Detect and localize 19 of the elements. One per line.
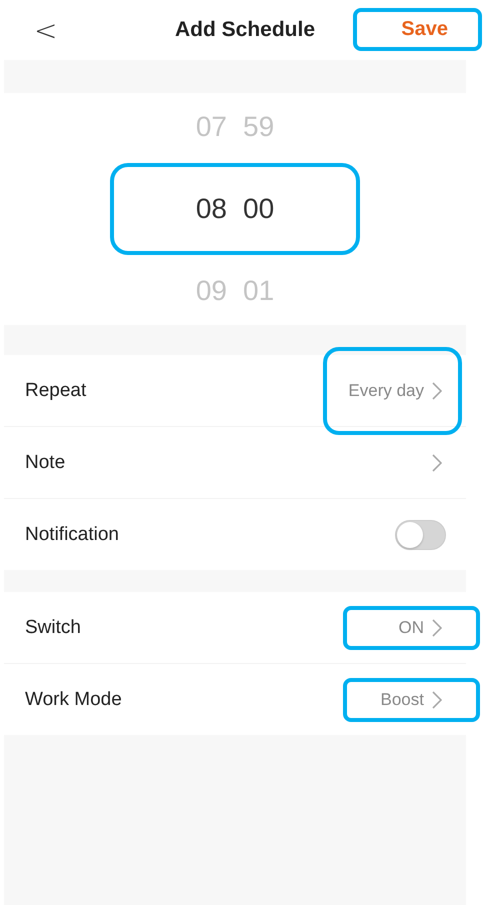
back-button[interactable]: <	[28, 14, 64, 47]
setting-label: Switch	[25, 616, 81, 638]
setting-label: Notification	[25, 524, 119, 546]
setting-link[interactable]: Boost	[380, 690, 442, 710]
save-button[interactable]: Save	[383, 12, 466, 47]
setting-link[interactable]	[432, 454, 442, 472]
screen-title: Add Schedule	[174, 18, 316, 42]
hour-value[interactable]: 08	[196, 193, 227, 225]
chevron-right-icon	[432, 618, 442, 636]
minute-value[interactable]: 00	[243, 193, 274, 225]
chevron-right-icon	[432, 690, 442, 708]
chevron-right-icon	[432, 454, 442, 472]
setting-label: Note	[25, 452, 66, 474]
setting-label: Repeat	[25, 380, 86, 402]
setting-label: Work Mode	[25, 688, 122, 710]
setting-link[interactable]: ON	[398, 618, 442, 638]
chevron-right-icon	[432, 382, 442, 400]
setting-link[interactable]: Every day	[348, 380, 442, 400]
toggle-switch[interactable]	[395, 520, 446, 550]
